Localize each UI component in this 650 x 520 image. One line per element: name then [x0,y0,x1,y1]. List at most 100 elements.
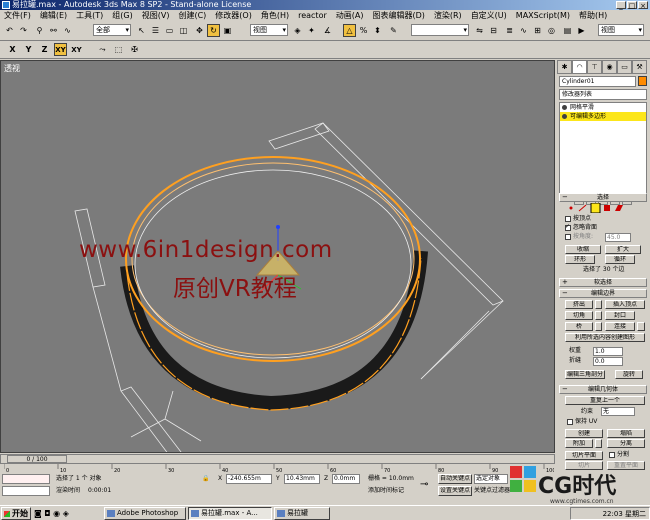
create-shape-button[interactable]: 利用所选内容创建图形 [565,333,645,342]
quicklaunch-icons[interactable]: ◙ ◘ ◉ ◈ [34,509,69,518]
curve-editor-icon[interactable]: ∿ [517,24,530,37]
coord-y-input[interactable]: 10.43mm [284,474,320,484]
start-button[interactable]: 开始 [1,507,31,520]
select-rotate-icon[interactable]: ↻ [207,24,220,37]
extrude-button[interactable]: 挤出 [565,300,593,309]
rollout-edit-geometry[interactable]: 编辑几何体 [559,385,647,394]
stack-item-editable-poly[interactable]: 可编辑多边形 [560,112,646,121]
by-vertex-checkbox[interactable] [565,216,571,222]
unlink-icon[interactable]: ⚯ [47,24,60,37]
menu-modifiers[interactable]: 修改器(O) [215,10,252,21]
set-key-button[interactable]: 设置关键点 [438,486,472,496]
object-name-field[interactable]: Cylinder01 [559,76,636,87]
maxscript-listener-mini[interactable] [2,474,50,484]
axis-y-button[interactable]: Y [22,43,35,56]
pivot-center-icon[interactable]: ◈ [291,24,304,37]
mirror-icon[interactable]: ⇋ [473,24,486,37]
preserve-uv-checkbox[interactable] [567,419,573,425]
menu-group[interactable]: 组(G) [112,10,132,21]
ignore-backface-checkbox[interactable] [565,223,571,231]
axis-xy-dropdown[interactable]: XY [70,43,83,56]
coord-x-input[interactable]: -240.655m [226,474,272,484]
menu-help[interactable]: 帮助(H) [579,10,607,21]
bridge-settings-button[interactable] [595,322,602,331]
schematic-view-icon[interactable]: ⊞ [531,24,544,37]
menu-graph-editors[interactable]: 图表编辑器(D) [372,10,424,21]
insert-vertex-button[interactable]: 插入顶点 [605,300,645,309]
constraint-dropdown[interactable]: 无 [601,407,635,416]
stack-item-meshsmooth[interactable]: 网格平滑 [560,103,646,112]
chamfer-settings-button[interactable] [595,311,602,320]
repeat-last-button[interactable]: 重复上一个 [565,396,645,405]
quick-render-icon[interactable]: ▶ [575,24,588,37]
attach-list-button[interactable] [595,439,602,448]
weight-input[interactable]: 1.0 [593,347,623,356]
task-photoshop[interactable]: Adobe Photoshop [104,507,186,520]
grow-button[interactable]: 扩大 [605,245,641,254]
rollout-edit-borders[interactable]: 编辑边界 [559,289,647,298]
connect-settings-button[interactable] [637,322,645,331]
selection-filter-dropdown[interactable]: 全部 [93,24,131,36]
axis-x-button[interactable]: X [6,43,19,56]
menu-rendering[interactable]: 渲染(R) [434,10,462,21]
angle-input[interactable]: 45.0 [605,233,631,242]
axis-z-button[interactable]: Z [38,43,51,56]
by-angle-checkbox[interactable] [565,234,571,240]
material-editor-icon[interactable]: ◎ [545,24,558,37]
redo-icon[interactable]: ↷ [17,24,30,37]
select-manipulate-icon[interactable]: ✦ [305,24,318,37]
rollout-soft-selection[interactable]: 软选择 [559,278,647,287]
bridge-button[interactable]: 桥 [565,322,593,331]
snap-toggle-icon[interactable]: ∡ [321,24,334,37]
ik-icon[interactable]: ⤳ [96,43,109,56]
object-color-swatch[interactable] [638,76,647,86]
align-icon[interactable]: ⊟ [487,24,500,37]
task-folder[interactable]: 易拉罐 [274,507,330,520]
ring-button[interactable]: 环形 [565,255,595,264]
lock-selection-toggle[interactable]: 🔒 [202,474,209,484]
render-scene-icon[interactable]: ▤ [561,24,574,37]
time-slider[interactable]: 0 / 100 [0,454,555,464]
select-move-icon[interactable]: ✥ [193,24,206,37]
named-selection-dropdown[interactable] [411,24,469,36]
time-slider-thumb[interactable]: 0 / 100 [7,455,67,463]
task-3dsmax[interactable]: 易拉罐.max - A... [188,507,272,520]
display-tab-icon[interactable]: ▭ [617,60,632,74]
auto-key-button[interactable]: 自动关键点 [438,474,472,484]
edit-triangulation-button[interactable]: 编辑三角剖分 [565,370,605,379]
hierarchy-tab-icon[interactable]: ⊤ [587,60,602,74]
menu-reactor[interactable]: reactor [298,10,327,21]
menu-customize[interactable]: 自定义(U) [471,10,507,21]
menu-maxscript[interactable]: MAXScript(M) [516,10,570,21]
reference-coord-dropdown[interactable]: 视图 [250,24,288,36]
modifier-list-dropdown[interactable]: 修改器列表 [559,89,647,100]
render-type-dropdown[interactable]: 视图 [598,24,644,36]
utilities-tab-icon[interactable]: ⚒ [632,60,647,74]
maxscript-input-mini[interactable] [2,486,50,496]
detach-button[interactable]: 分离 [607,439,645,448]
rollout-selection[interactable]: 选择 [559,193,647,202]
select-scale-icon[interactable]: ▣ [221,24,234,37]
menu-tools[interactable]: 工具(T) [76,10,103,21]
select-by-name-icon[interactable]: ☰ [149,24,162,37]
attach-button[interactable]: 附加 [565,439,593,448]
collapse-button[interactable]: 塌陷 [607,429,645,438]
key-selection-dropdown[interactable]: 选定对象 [474,474,508,484]
axis-xy-button[interactable]: XY [54,43,67,56]
close-button[interactable]: × [638,1,648,10]
angle-snap-icon[interactable]: △ [343,24,356,37]
loop-button[interactable]: 循环 [605,255,635,264]
menu-animation[interactable]: 动画(A) [336,10,364,21]
percent-snap-icon[interactable]: % [357,24,370,37]
chamfer-button[interactable]: 切角 [565,311,593,320]
key-mode-icon[interactable]: ⊸ [420,480,428,490]
coord-z-input[interactable]: 0.0mm [332,474,360,484]
extrude-settings-button[interactable] [595,300,602,309]
rect-region-icon[interactable]: ▭ [163,24,176,37]
maximize-button[interactable]: □ [627,1,637,10]
create-tab-icon[interactable]: ✱ [557,60,572,74]
window-crossing-icon[interactable]: ◫ [177,24,190,37]
modify-tab-icon[interactable]: ◠ [572,60,587,74]
edit-named-sel-icon[interactable]: ✎ [387,24,400,37]
menu-views[interactable]: 视图(V) [142,10,170,21]
